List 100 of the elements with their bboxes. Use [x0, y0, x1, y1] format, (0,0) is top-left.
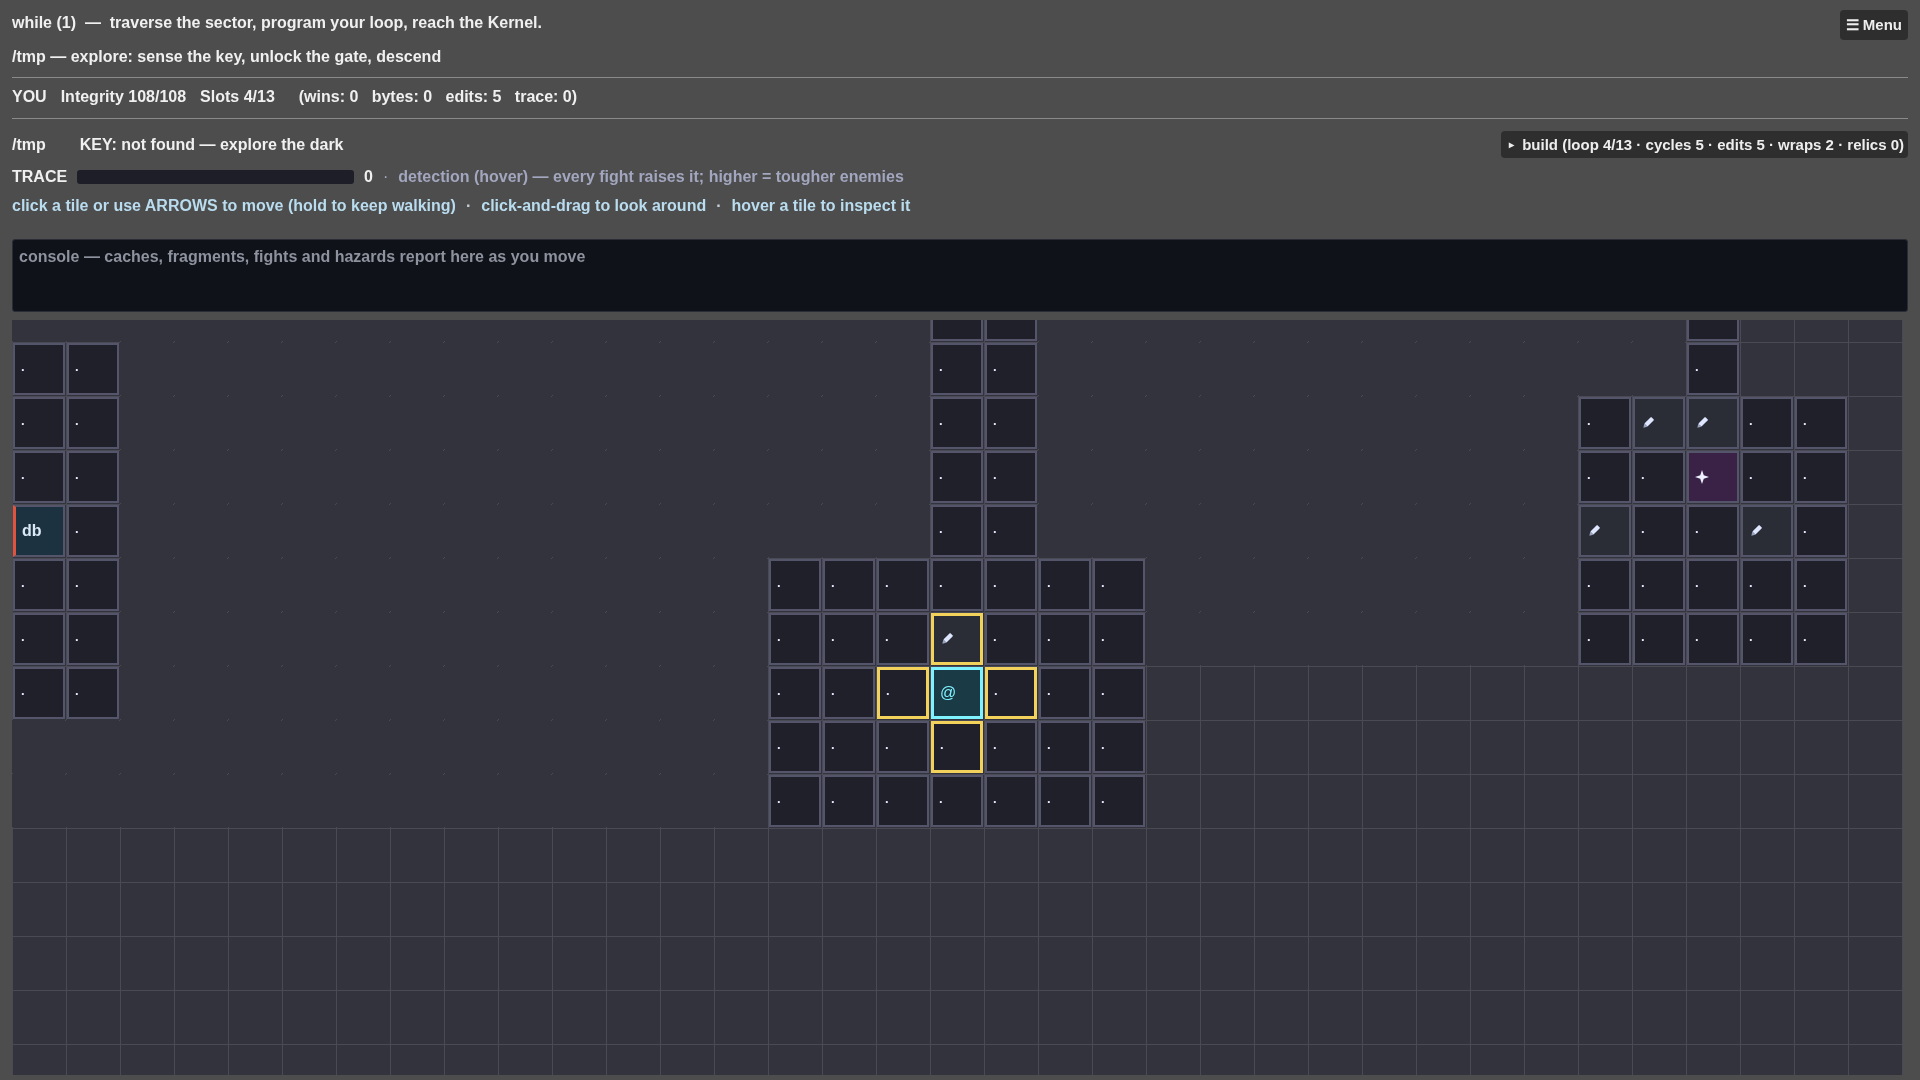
map-tile[interactable]	[1687, 397, 1739, 449]
map-tile[interactable]: ·	[1687, 613, 1739, 665]
map-tile[interactable]	[1687, 320, 1739, 341]
map-tile[interactable]: ·	[1579, 613, 1631, 665]
map-tile[interactable]: ·	[769, 559, 821, 611]
map-tile[interactable]	[1579, 505, 1631, 557]
map-tile[interactable]: ·	[1633, 613, 1685, 665]
map-tile[interactable]: ·	[985, 613, 1037, 665]
map-tile[interactable]: ·	[1795, 451, 1847, 503]
pencil-icon	[1587, 524, 1601, 538]
sparkle-icon	[1695, 470, 1709, 484]
map-tile[interactable]: ·	[1687, 505, 1739, 557]
map-tile[interactable]: ·	[823, 667, 875, 719]
map-tile[interactable]	[1687, 451, 1739, 503]
map-tile[interactable]: ·	[1579, 559, 1631, 611]
map-tile[interactable]: ·	[1795, 559, 1847, 611]
map-tile[interactable]: ·	[13, 559, 65, 611]
trace-label: TRACE	[12, 168, 68, 186]
map-tile[interactable]: ·	[1093, 667, 1145, 719]
map-tile[interactable]: ·	[67, 613, 119, 665]
map-tile[interactable]	[1741, 505, 1793, 557]
map-tile[interactable]: ·	[67, 505, 119, 557]
map-tile[interactable]: ·	[823, 613, 875, 665]
map-tile[interactable]: ·	[985, 559, 1037, 611]
console-message: console — caches, fragments, fights and hazards report here as you move	[19, 248, 587, 266]
map-tile[interactable]: ·	[985, 343, 1037, 395]
map-tile[interactable]: ·	[877, 667, 929, 719]
map-tile[interactable]: ·	[1687, 343, 1739, 395]
map-tile[interactable]: ·	[1741, 451, 1793, 503]
map-tile[interactable]	[931, 320, 983, 341]
map-tile[interactable]: ·	[1093, 775, 1145, 827]
map-tile[interactable]: ·	[877, 559, 929, 611]
map-tile[interactable]: ·	[1093, 559, 1145, 611]
map-tile[interactable]: ·	[1039, 559, 1091, 611]
level-subtitle: /tmp — explore: sense the key, unlock the gate, descend	[12, 48, 443, 66]
map-tile[interactable]: ·	[13, 451, 65, 503]
pencil-icon	[940, 632, 954, 646]
map-tile[interactable]: ·	[1687, 559, 1739, 611]
map-tile[interactable]: ·	[769, 721, 821, 773]
map-tile[interactable]: ·	[931, 505, 983, 557]
map-tile[interactable]: ·	[877, 721, 929, 773]
map-tile[interactable]: ·	[1633, 505, 1685, 557]
map-tile[interactable]: ·	[1795, 505, 1847, 557]
map-tile[interactable]: ·	[67, 667, 119, 719]
player-tile[interactable]: @	[931, 667, 983, 719]
map-tile[interactable]: ·	[1093, 721, 1145, 773]
map-tile[interactable]: ·	[931, 721, 983, 773]
map-tile[interactable]: ·	[1633, 451, 1685, 503]
map-tile[interactable]: ·	[823, 721, 875, 773]
menu-button[interactable]: ☰ Menu	[1839, 10, 1908, 40]
map-tile[interactable]: ·	[877, 775, 929, 827]
map-tile[interactable]: ·	[769, 667, 821, 719]
map-tile[interactable]: ·	[823, 559, 875, 611]
map-tile[interactable]: ·	[823, 775, 875, 827]
map-tile[interactable]: ·	[13, 397, 65, 449]
map-tile[interactable]: ·	[67, 343, 119, 395]
map-tile[interactable]: ·	[877, 613, 929, 665]
map-tile[interactable]: ·	[1741, 613, 1793, 665]
pencil-icon	[1641, 416, 1655, 430]
map-tile[interactable]: ·	[1741, 559, 1793, 611]
map-tile[interactable]: ·	[931, 343, 983, 395]
db-tile[interactable]: db	[13, 505, 65, 557]
map-tile[interactable]: ·	[985, 667, 1037, 719]
map-tile[interactable]: ·	[13, 343, 65, 395]
map-tile[interactable]: ·	[931, 559, 983, 611]
map-tile[interactable]: ·	[1039, 721, 1091, 773]
map-tile[interactable]: ·	[985, 775, 1037, 827]
help-hint: hover a tile to inspect it	[731, 197, 911, 215]
build-toggle[interactable]: ▸ build (loop 4/13 · cycles 5 · edits 5 · wraps 2 · relics 0)	[1501, 131, 1908, 158]
map-tile[interactable]: ·	[13, 667, 65, 719]
map-tile[interactable]: ·	[67, 451, 119, 503]
key-status: KEY: not found — explore the dark	[79, 135, 344, 154]
counters-stat: (wins: 0 bytes: 0 edits: 5 trace: 0)	[298, 88, 578, 106]
map-tile[interactable]: ·	[1633, 559, 1685, 611]
map-tile[interactable]: ·	[931, 397, 983, 449]
map-tile[interactable]: ·	[1579, 451, 1631, 503]
map-tile[interactable]: ·	[985, 505, 1037, 557]
trace-note[interactable]: detection (hover) — every fight raises it; higher = tougher enemies	[398, 168, 904, 186]
map-tile[interactable]: ·	[1579, 397, 1631, 449]
map-tile[interactable]: ·	[67, 397, 119, 449]
map-tile[interactable]: ·	[1093, 613, 1145, 665]
separator-dot: ·	[383, 168, 389, 186]
map-tile[interactable]: ·	[931, 775, 983, 827]
game-title: while (1) — traverse the sector, program your loop, reach the Kernel.	[12, 14, 542, 32]
map-tile[interactable]: ·	[769, 613, 821, 665]
map-tile[interactable]: ·	[985, 451, 1037, 503]
map-tile[interactable]: ·	[985, 397, 1037, 449]
map-tile[interactable]: ·	[1039, 613, 1091, 665]
map-tile[interactable]	[985, 320, 1037, 341]
map-tile[interactable]: ·	[1039, 667, 1091, 719]
map-tile[interactable]: ·	[1795, 613, 1847, 665]
map-tile[interactable]: ·	[1039, 775, 1091, 827]
map-tile[interactable]: ·	[1741, 397, 1793, 449]
map-tile[interactable]: ·	[13, 613, 65, 665]
map-tile[interactable]: ·	[769, 775, 821, 827]
map-tile[interactable]	[1633, 397, 1685, 449]
map-tile[interactable]: ·	[985, 721, 1037, 773]
map-tile[interactable]: ·	[1795, 397, 1847, 449]
map-tile[interactable]: ·	[931, 451, 983, 503]
map-tile[interactable]: ·	[67, 559, 119, 611]
